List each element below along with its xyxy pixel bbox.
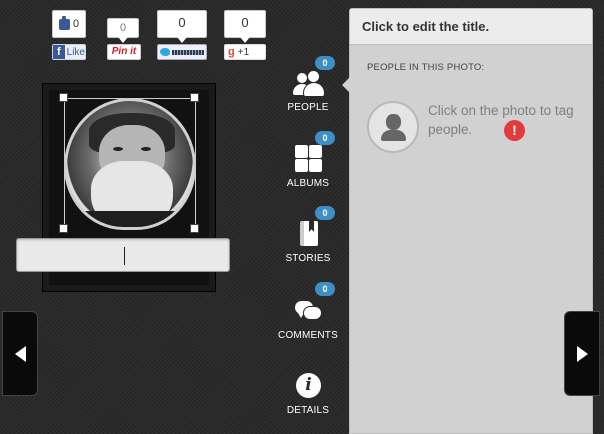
nav-people[interactable]: PEOPLE <box>276 68 340 113</box>
facebook-count-value: 0 <box>72 18 80 30</box>
person-placeholder-icon <box>367 101 419 153</box>
albums-icon <box>293 144 323 174</box>
tweet-label-graphic <box>172 50 204 55</box>
google-plus-label: +1 <box>237 46 250 58</box>
nav-details[interactable]: i DETAILS <box>276 371 340 416</box>
pinterest-count: 0 <box>107 18 139 43</box>
thumbs-up-icon <box>58 15 70 30</box>
editable-photo-title[interactable]: Click to edit the title. <box>350 9 592 45</box>
alert-icon: ! <box>504 120 525 141</box>
crop-selection-right <box>195 98 196 230</box>
twitter-tweet-button[interactable] <box>157 44 207 60</box>
crop-selection-left <box>64 98 65 230</box>
twitter-count: 0 <box>157 10 207 43</box>
text-caret <box>124 247 125 265</box>
crop-handle-bottom-left[interactable] <box>59 224 68 233</box>
crop-handle-bottom-right[interactable] <box>190 224 199 233</box>
people-count-badge: 0 <box>315 56 335 70</box>
next-photo-button[interactable] <box>564 311 600 396</box>
comments-icon <box>293 296 323 326</box>
tag-name-input[interactable] <box>16 238 230 272</box>
nav-stories[interactable]: STORIES <box>276 219 340 264</box>
previous-photo-button[interactable] <box>2 311 38 396</box>
chevron-right-icon <box>576 345 588 362</box>
comments-count-badge: 0 <box>315 282 335 296</box>
twitter-bird-icon <box>160 48 170 56</box>
nav-details-label: DETAILS <box>286 405 330 416</box>
crop-handle-top-left[interactable] <box>59 93 68 102</box>
facebook-like-label: Like <box>66 46 85 58</box>
google-plus-one-button[interactable]: g +1 <box>224 44 266 60</box>
google-plus-icon: g <box>228 46 235 58</box>
portrait-photo[interactable] <box>64 98 196 230</box>
facebook-like-button[interactable]: f Like <box>52 44 86 60</box>
people-panel: Click to edit the title. PEOPLE IN THIS … <box>342 8 593 434</box>
facebook-icon: f <box>53 45 65 59</box>
info-icon: i <box>293 371 323 401</box>
crop-selection-top <box>64 98 196 99</box>
albums-count-badge: 0 <box>315 131 335 145</box>
stories-icon <box>293 219 323 249</box>
stories-count-badge: 0 <box>315 206 335 220</box>
nav-people-label: PEOPLE <box>287 102 329 113</box>
nav-albums[interactable]: ALBUMS <box>276 144 340 189</box>
people-icon <box>293 68 324 98</box>
nav-comments[interactable]: COMMENTS <box>276 296 340 341</box>
nav-albums-label: ALBUMS <box>286 178 330 189</box>
facebook-like-count: 0 <box>52 10 86 38</box>
pinterest-pin-button[interactable]: Pin it <box>107 44 141 60</box>
nav-comments-label: COMMENTS <box>278 330 338 341</box>
chevron-left-icon <box>14 345 26 362</box>
tag-people-prompt: Click on the photo to tag people. <box>428 103 574 137</box>
google-plus-count: 0 <box>224 10 266 43</box>
people-section-label: PEOPLE IN THIS PHOTO: <box>367 62 485 73</box>
crop-handle-top-right[interactable] <box>190 93 199 102</box>
nav-stories-label: STORIES <box>285 253 331 264</box>
